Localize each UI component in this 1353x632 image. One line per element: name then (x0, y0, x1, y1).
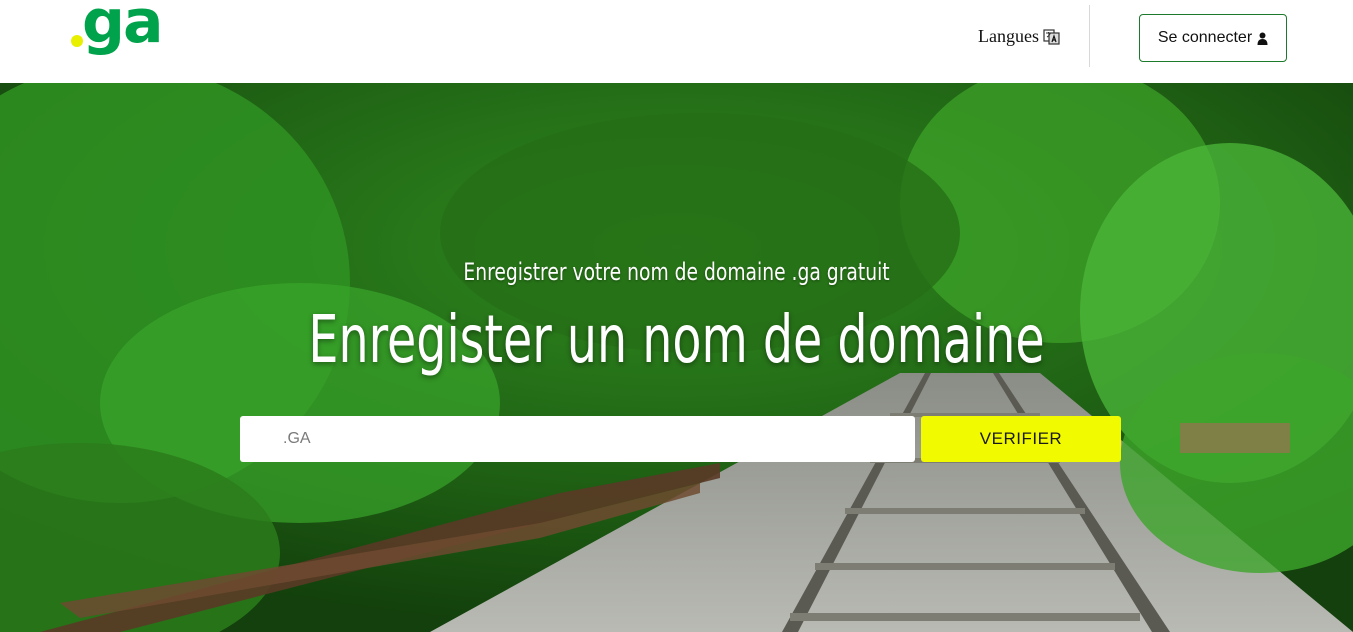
logo-text: ga (82, 0, 163, 57)
user-icon (1257, 32, 1268, 45)
languages-label: Langues (978, 25, 1039, 46)
hero-section: Enregistrer votre nom de domaine .ga gra… (0, 83, 1353, 632)
domain-search-input[interactable] (240, 416, 915, 462)
hero-title: Enregister un nom de domaine (308, 301, 1045, 378)
login-label: Se connecter (1157, 29, 1253, 46)
header-divider (1089, 5, 1090, 67)
site-header: ga Langues Se connecter (0, 0, 1353, 83)
languages-menu[interactable]: Langues (978, 24, 1060, 48)
verify-button[interactable]: VERIFIER (921, 416, 1121, 462)
login-button[interactable]: Se connecter (1139, 14, 1287, 62)
hero-subtitle: Enregistrer votre nom de domaine .ga gra… (463, 258, 890, 286)
translate-icon (1043, 28, 1060, 45)
site-logo[interactable]: ga (68, 0, 178, 66)
